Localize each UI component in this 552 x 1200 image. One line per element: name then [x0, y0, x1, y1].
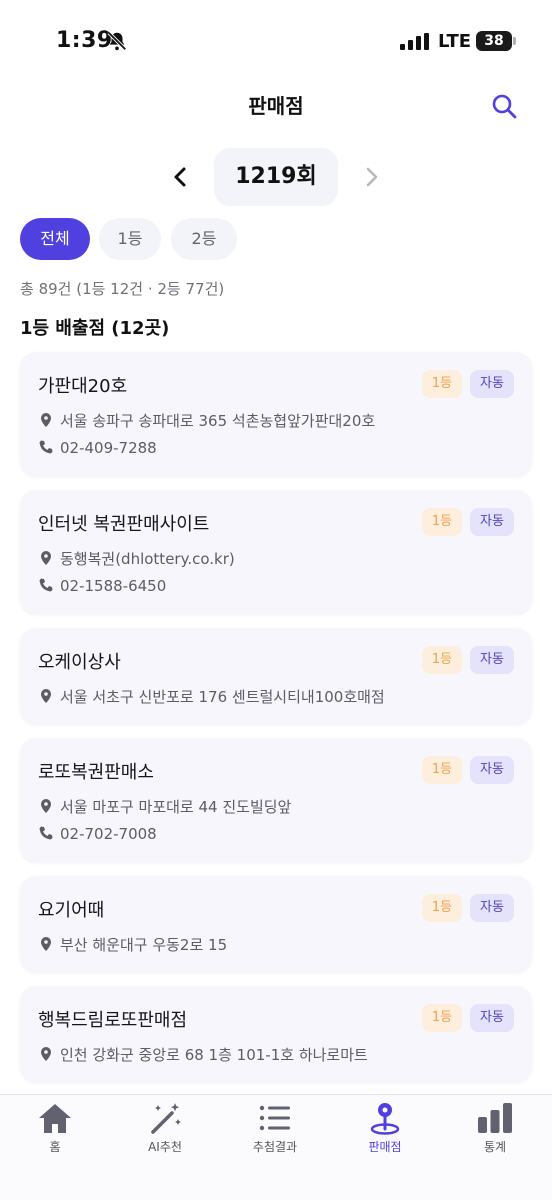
store-name: 행복드림로또판매점: [38, 1010, 188, 1031]
tab-statistics[interactable]: 통계: [440, 1095, 550, 1175]
magic-wand-icon: [151, 1103, 181, 1134]
store-name: 요기어때: [38, 900, 105, 921]
map-pin-icon: [370, 1103, 400, 1135]
store-phone: 02-409-7288: [60, 439, 157, 457]
location-pin-icon: [41, 689, 51, 703]
address-row: 서울 송파구 송파대로 365 석촌농협앞가판대20호: [38, 410, 375, 431]
tab-home[interactable]: 홈: [0, 1095, 110, 1175]
home-icon: [39, 1104, 71, 1133]
search-icon[interactable]: [488, 90, 520, 122]
section-title: 1등 배출점 (12곳): [20, 318, 170, 339]
method-badge: 자동: [470, 508, 514, 536]
tab-label: AI추천: [148, 1140, 182, 1154]
tab-stores[interactable]: 판매점: [330, 1095, 440, 1175]
store-address: 부산 해운대구 우동2로 15: [60, 936, 228, 954]
address-row: 인천 강화군 중앙로 68 1층 101-1호 하나로마트: [38, 1044, 368, 1065]
rank-badge: 1등: [422, 894, 462, 922]
rank-badge: 1등: [422, 508, 462, 536]
signal-icon: [400, 33, 429, 50]
store-name: 인터넷 복권판매사이트: [38, 514, 210, 535]
rank-badge: 1등: [422, 646, 462, 674]
status-time: 1:39: [56, 28, 113, 53]
method-badge: 자동: [470, 370, 514, 398]
store-card[interactable]: 인터넷 복권판매사이트 1등 자동 동행복권(dhlottery.co.kr) …: [20, 490, 532, 614]
location-pin-icon: [41, 413, 51, 427]
store-card[interactable]: 행복드림로또판매점 1등 자동 인천 강화군 중앙로 68 1층 101-1호 …: [20, 986, 532, 1082]
rank-badge: 1등: [422, 370, 462, 398]
method-badge: 자동: [470, 646, 514, 674]
store-name: 오케이상사: [38, 652, 121, 673]
next-round-button[interactable]: [356, 162, 386, 192]
bell-off-icon: [107, 31, 127, 51]
tab-label: 홈: [49, 1140, 61, 1154]
store-card[interactable]: 가판대20호 1등 자동 서울 송파구 송파대로 365 석촌농협앞가판대20호…: [20, 352, 532, 476]
store-card[interactable]: 요기어때 1등 자동 부산 해운대구 우동2로 15: [20, 876, 532, 972]
tab-draw-results[interactable]: 추첨결과: [220, 1095, 330, 1175]
battery-icon: 38: [476, 31, 512, 51]
bottom-tab-bar: 홈 AI추천 추첨결과 판매점 통계: [0, 1094, 552, 1200]
battery-tip: [513, 37, 516, 45]
filter-second-chip[interactable]: 2등: [171, 218, 237, 260]
address-row: 부산 해운대구 우동2로 15: [38, 934, 227, 955]
filter-first-chip[interactable]: 1등: [99, 218, 161, 260]
store-address: 인천 강화군 중앙로 68 1층 101-1호 하나로마트: [60, 1046, 368, 1064]
location-pin-icon: [41, 799, 51, 813]
store-address: 서울 서초구 신반포로 176 센트럴시티내100호매점: [60, 688, 385, 706]
address-row: 서울 서초구 신반포로 176 센트럴시티내100호매점: [38, 686, 385, 707]
tab-label: 통계: [483, 1140, 507, 1154]
store-address: 서울 송파구 송파대로 365 석촌농협앞가판대20호: [60, 412, 376, 430]
result-summary: 총 89건 (1등 12건 · 2등 77건): [20, 280, 225, 298]
phone-icon: [39, 440, 53, 454]
phone-icon: [39, 826, 53, 840]
status-bar: 1:39 LTE 38: [0, 0, 552, 84]
store-address: 서울 마포구 마포대로 44 진도빌딩앞: [60, 798, 292, 816]
round-label[interactable]: 1219회: [214, 148, 338, 206]
address-row: 동행복권(dhlottery.co.kr): [38, 548, 235, 569]
method-badge: 자동: [470, 894, 514, 922]
list-icon: [259, 1105, 290, 1131]
tab-label: 판매점: [368, 1140, 402, 1154]
location-pin-icon: [41, 937, 51, 951]
filter-all-chip[interactable]: 전체: [20, 218, 90, 260]
method-badge: 자동: [470, 756, 514, 784]
phone-icon: [39, 578, 53, 592]
location-pin-icon: [41, 551, 51, 565]
rank-badge: 1등: [422, 756, 462, 784]
tab-ai-recommend[interactable]: AI추천: [110, 1095, 220, 1175]
previous-round-button[interactable]: [166, 162, 196, 192]
bar-chart-icon: [478, 1103, 512, 1133]
phone-row[interactable]: 02-1588-6450: [38, 577, 166, 595]
network-label: LTE: [438, 31, 472, 52]
tab-label: 추첨결과: [252, 1140, 298, 1154]
store-address: 동행복권(dhlottery.co.kr): [60, 550, 235, 568]
phone-row[interactable]: 02-702-7008: [38, 825, 157, 843]
location-pin-icon: [41, 1047, 51, 1061]
store-name: 로또복권판매소: [38, 762, 154, 783]
page-title: 판매점: [248, 94, 304, 118]
phone-row[interactable]: 02-409-7288: [38, 439, 157, 457]
address-row: 서울 마포구 마포대로 44 진도빌딩앞: [38, 796, 291, 817]
store-card[interactable]: 오케이상사 1등 자동 서울 서초구 신반포로 176 센트럴시티내100호매점: [20, 628, 532, 724]
store-phone: 02-702-7008: [60, 825, 157, 843]
store-card[interactable]: 로또복권판매소 1등 자동 서울 마포구 마포대로 44 진도빌딩앞 02-70…: [20, 738, 532, 862]
store-name: 가판대20호: [38, 376, 128, 397]
store-phone: 02-1588-6450: [60, 577, 167, 595]
rank-badge: 1등: [422, 1004, 462, 1032]
method-badge: 자동: [470, 1004, 514, 1032]
